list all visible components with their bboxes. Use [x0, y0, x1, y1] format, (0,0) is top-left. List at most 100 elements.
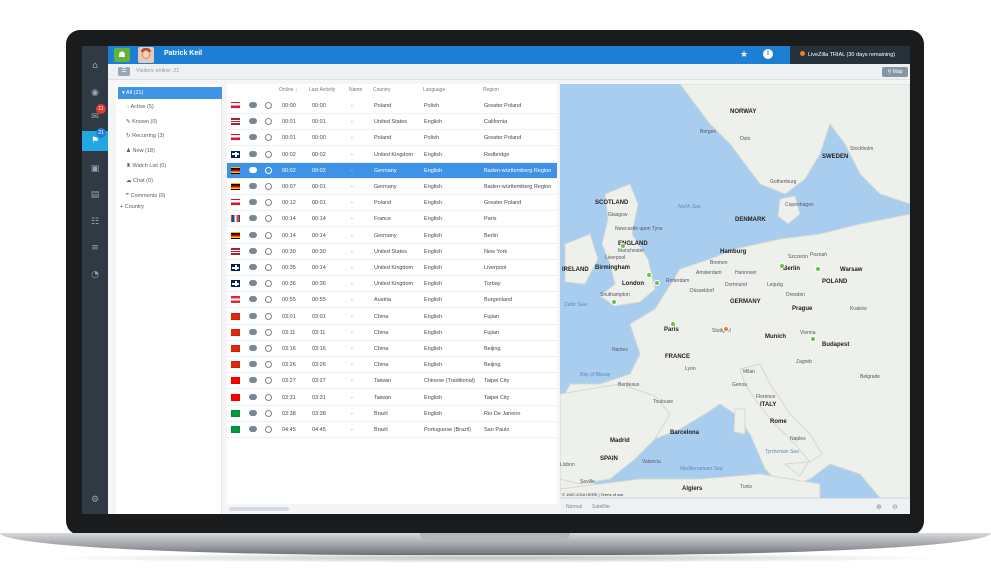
- archive-icon[interactable]: ▣: [82, 159, 108, 179]
- chat-bubble-icon[interactable]: [265, 393, 272, 401]
- col-name[interactable]: Name: [349, 87, 362, 93]
- col-last-activity[interactable]: Last Activity: [309, 87, 335, 93]
- chat-invite-icon[interactable]: [249, 426, 257, 432]
- col-language[interactable]: Language: [423, 87, 445, 93]
- visitor-pin[interactable]: [815, 266, 821, 272]
- visitor-pin[interactable]: [670, 321, 676, 327]
- chat-bubble-icon[interactable]: [265, 150, 272, 158]
- table-row[interactable]: 03:16 03:16 - China English Beijing: [227, 341, 557, 357]
- database-icon[interactable]: ≡: [82, 238, 108, 258]
- table-row[interactable]: 00:55 00:55 - Austria English Burgenland: [227, 292, 557, 309]
- visitor-pin[interactable]: [611, 299, 617, 305]
- visitor-map[interactable]: NORWAY SWEDEN Oslo Stockholm Bergen Gothenbur…: [560, 84, 910, 498]
- chat-invite-icon[interactable]: [249, 199, 257, 206]
- filter-item[interactable]: ♜ Watch List (0): [126, 163, 166, 169]
- table-row[interactable]: 00:14 00:14 - Germany English Berlin: [227, 228, 557, 244]
- chat-bubble-icon[interactable]: [265, 409, 272, 417]
- col-country[interactable]: Country: [373, 87, 391, 93]
- chat-bubble-icon[interactable]: [265, 102, 272, 109]
- avatar[interactable]: [138, 47, 154, 63]
- chat-invite-icon[interactable]: [249, 134, 257, 141]
- filter-all[interactable]: ▾ All (21): [118, 87, 222, 99]
- chat-bubble-icon[interactable]: [265, 199, 272, 207]
- chat-invite-icon[interactable]: [249, 183, 257, 189]
- table-row[interactable]: 00:35 00:14 - United Kingdom English Liverpoo…: [227, 260, 557, 276]
- map-toggle-button[interactable]: ⚲ Map: [882, 67, 908, 77]
- home-icon[interactable]: ⌂: [82, 56, 108, 76]
- chat-invite-icon[interactable]: [249, 118, 257, 125]
- chat-bubble-icon[interactable]: [265, 345, 272, 352]
- filter-item[interactable]: ☁ Chat (0): [126, 178, 153, 184]
- chat-invite-icon[interactable]: [249, 377, 257, 384]
- visitor-pin[interactable]: [620, 243, 626, 249]
- chat-invite-icon[interactable]: [249, 393, 257, 400]
- chat-bubble-icon[interactable]: [265, 231, 272, 239]
- android-icon[interactable]: ☗: [114, 48, 130, 62]
- visitor-pin[interactable]: [810, 336, 816, 342]
- chat-invite-icon[interactable]: [249, 328, 257, 335]
- col-online[interactable]: Online ↓: [279, 87, 297, 93]
- menu-toggle-button[interactable]: ☰: [118, 67, 130, 76]
- visitor-pin[interactable]: [646, 272, 652, 278]
- chat-bubble-icon[interactable]: [265, 166, 272, 174]
- horizontal-scrollbar[interactable]: [227, 504, 557, 514]
- table-row[interactable]: 03:31 03:31 - Taiwan English Taipei City: [227, 390, 557, 406]
- filter-item[interactable]: ↻ Recurring (3): [126, 133, 164, 139]
- chat-bubble-icon[interactable]: [265, 312, 272, 320]
- chat-invite-icon[interactable]: [249, 166, 257, 173]
- table-row[interactable]: 00:30 00:30 - United States English New York: [227, 244, 557, 260]
- chat-invite-icon[interactable]: [249, 102, 257, 108]
- table-row[interactable]: 03:26 03:26 - China English Beijing: [227, 357, 557, 374]
- chat-invite-icon[interactable]: [249, 361, 257, 368]
- visitor-pin[interactable]: [779, 263, 785, 269]
- chat-invite-icon[interactable]: [249, 280, 257, 287]
- table-row[interactable]: 00:01 00:00 - Poland Polish Greater Poland: [227, 130, 557, 147]
- filter-item[interactable]: ◌ Active (5): [126, 104, 154, 110]
- chat-invite-icon[interactable]: [249, 264, 257, 270]
- chat-invite-icon[interactable]: [249, 215, 257, 222]
- chat-bubble-icon[interactable]: [265, 280, 272, 288]
- chat-bubble-icon[interactable]: [265, 328, 272, 336]
- chat-bubble-icon[interactable]: [265, 264, 272, 271]
- table-row[interactable]: 03:38 03:38 - Brazil English Rio De Janeiro: [227, 406, 557, 422]
- filter-country[interactable]: + Country: [120, 204, 144, 210]
- chat-invite-icon[interactable]: [249, 231, 257, 238]
- table-row[interactable]: 00:12 00:01 - Poland English Greater Poland: [227, 195, 557, 212]
- tickets-icon[interactable]: ▤: [82, 185, 108, 205]
- table-row[interactable]: 00:07 00:01 - Germany English Baden-württembe…: [227, 179, 557, 195]
- map-satellite-link[interactable]: Satellite: [592, 504, 610, 510]
- chat-bubble-icon[interactable]: [265, 183, 272, 190]
- map-normal-link[interactable]: Normal: [566, 504, 582, 510]
- star-icon[interactable]: ★: [740, 49, 748, 60]
- table-row[interactable]: 00:14 00:14 - France English Paris: [227, 211, 557, 228]
- table-row[interactable]: 00:36 00:36 - United Kingdom English Torbay: [227, 276, 557, 293]
- chat-bubble-icon[interactable]: [265, 361, 272, 369]
- zoom-out-icon[interactable]: ⊖: [892, 503, 898, 511]
- user-name[interactable]: Patrick Keil: [164, 50, 202, 57]
- col-region[interactable]: Region: [483, 87, 499, 93]
- chat-invite-icon[interactable]: [249, 150, 257, 157]
- filter-item[interactable]: ♟ New (18): [126, 148, 155, 154]
- table-row[interactable]: 03:27 03:27 - Taiwan Chinese (Traditional) Ta…: [227, 373, 557, 390]
- chat-bubble-icon[interactable]: [265, 247, 272, 255]
- chat-invite-icon[interactable]: [249, 312, 257, 319]
- filter-item[interactable]: ✎ Known (0): [126, 119, 157, 125]
- filter-item[interactable]: ❞ Comments (0): [126, 193, 165, 199]
- visitor-pin-selected[interactable]: [723, 326, 729, 332]
- settings-icon[interactable]: ⚙: [82, 490, 108, 510]
- chat-bubble-icon[interactable]: [265, 426, 272, 433]
- users-icon[interactable]: ☷: [82, 212, 108, 232]
- chat-bubble-icon[interactable]: [265, 377, 272, 385]
- chat-invite-icon[interactable]: [249, 296, 257, 303]
- trial-banner[interactable]: LiveZilla TRIAL (30 days remaining): [790, 46, 910, 64]
- info-icon[interactable]: i: [763, 49, 773, 59]
- table-row[interactable]: 00:02 00:02 - United Kingdom English Redbridg…: [227, 147, 557, 163]
- chat-bubble-icon[interactable]: [265, 118, 272, 126]
- table-row[interactable]: 04:45 04:45 - Brazil Portuguese (Brazil) Sao …: [227, 422, 557, 438]
- table-row[interactable]: 03:11 03:11 - China English Fujian: [227, 325, 557, 341]
- table-row[interactable]: 00:02 00:02 - Germany English Baden-württembe…: [227, 162, 557, 179]
- visitor-pin[interactable]: [654, 280, 660, 286]
- chat-bubble-icon[interactable]: [265, 215, 272, 223]
- table-row[interactable]: 00:00 00:00 - Poland Polish Greater Poland: [227, 98, 557, 114]
- chat-invite-icon[interactable]: [249, 345, 257, 351]
